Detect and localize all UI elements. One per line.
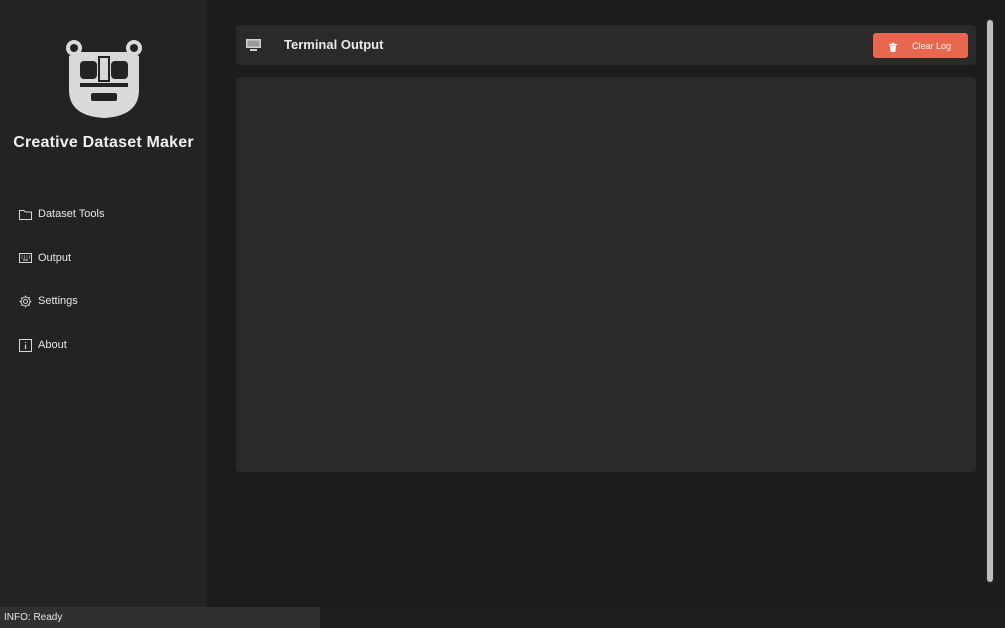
app-title: Creative Dataset Maker xyxy=(13,134,194,151)
sidebar: Creative Dataset Maker Dataset Tools Out… xyxy=(0,0,207,607)
sidebar-item-label: Dataset Tools xyxy=(38,208,105,220)
status-text: INFO: Ready xyxy=(0,607,320,628)
monitor-icon xyxy=(245,38,262,52)
gear-icon xyxy=(18,294,33,309)
sidebar-item-output[interactable]: Output xyxy=(18,247,188,269)
scrollbar-thumb[interactable] xyxy=(987,20,993,582)
status-bar: INFO: Ready xyxy=(0,607,1005,628)
sidebar-item-settings[interactable]: Settings xyxy=(18,290,188,312)
info-icon xyxy=(18,338,33,353)
terminal-header: Terminal Output Clear Log xyxy=(236,25,976,65)
trash-icon xyxy=(888,40,898,52)
sidebar-item-label: Output xyxy=(38,252,72,264)
sidebar-item-label: Settings xyxy=(38,295,78,307)
robot-icon xyxy=(63,38,145,120)
sidebar-item-dataset-tools[interactable]: Dataset Tools xyxy=(18,203,188,225)
clear-log-button[interactable]: Clear Log xyxy=(873,33,968,58)
clear-log-label: Clear Log xyxy=(912,40,952,51)
page-title: Terminal Output xyxy=(284,37,384,52)
sidebar-item-label: About xyxy=(38,339,67,351)
keyboard-icon xyxy=(18,251,33,266)
terminal-output[interactable] xyxy=(236,77,976,472)
folder-icon xyxy=(18,207,33,222)
app-window: Creative Dataset Maker Dataset Tools Out… xyxy=(0,0,1005,628)
sidebar-item-about[interactable]: About xyxy=(18,334,188,356)
